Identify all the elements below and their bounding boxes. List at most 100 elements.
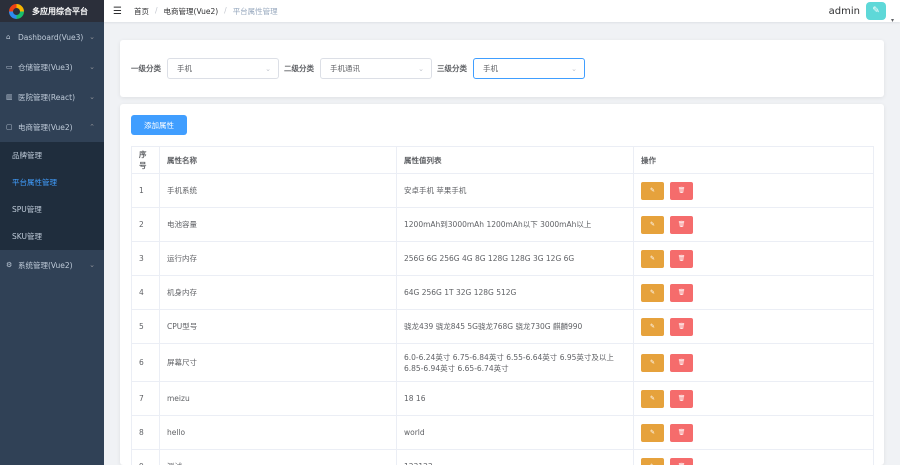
sidebar-item-dashboard[interactable]: ⌂ Dashboard(Vue3) ⌄: [0, 22, 104, 52]
edit-icon[interactable]: ✎: [641, 389, 664, 408]
table-row: 6 屏幕尺寸 6.0-6.24英寸 6.75-6.84英寸 6.55-6.64英…: [131, 343, 874, 382]
chevron-down-icon: ⌄: [571, 64, 577, 73]
category1-select[interactable]: 手机 ⌄: [167, 58, 279, 79]
sidebar-item-system[interactable]: ⚙ 系统管理(Vue2) ⌄: [0, 250, 104, 280]
delete-icon[interactable]: 🗑: [670, 215, 693, 234]
row-name: 手机系统: [159, 173, 397, 208]
edit-icon[interactable]: ✎: [641, 317, 664, 336]
category3-value: 手机: [483, 64, 498, 73]
edit-icon[interactable]: ✎: [641, 283, 664, 302]
table-row: 8 hello world ✎ 🗑: [131, 415, 874, 450]
row-name: 测试: [159, 449, 397, 465]
home-icon: ⌂: [6, 33, 11, 41]
edit-icon[interactable]: ✎: [641, 423, 664, 442]
row-actions: ✎🗑: [633, 449, 874, 465]
category1-value: 手机: [177, 64, 192, 73]
gear-icon: ⚙: [6, 261, 13, 269]
caret-down-icon: ▾: [890, 17, 894, 24]
delete-icon[interactable]: 🗑: [670, 283, 693, 302]
chevron-down-icon: ⌄: [89, 33, 95, 41]
sidebar-item-label: 仓储管理(Vue3): [18, 62, 73, 72]
column-header-name: 属性名称: [159, 146, 397, 174]
delete-icon[interactable]: 🗑: [670, 249, 693, 268]
delete-icon[interactable]: 🗑: [670, 389, 693, 408]
table-row: 3 运行内存 256G 6G 256G 4G 8G 128G 128G 3G 1…: [131, 241, 874, 276]
table-row: 4 机身内存 64G 256G 1T 32G 128G 512G ✎ 🗑: [131, 275, 874, 310]
row-index: 4: [131, 275, 160, 310]
sidebar-item-label: 系统管理(Vue2): [18, 260, 73, 270]
row-values: 安卓手机 苹果手机: [396, 173, 634, 208]
row-actions: ✎🗑: [633, 207, 874, 242]
breadcrumb-current: 平台属性管理: [232, 6, 278, 16]
sidebar-subitem-attr[interactable]: 平台属性管理: [0, 169, 104, 196]
sidebar-item-label: 医院管理(React): [18, 92, 76, 102]
row-actions: ✎🗑: [633, 343, 874, 382]
row-values: 18 16: [396, 381, 634, 416]
chevron-down-icon: ⌄: [265, 64, 271, 73]
column-header-actions: 操作: [633, 146, 874, 174]
category2-label: 二级分类: [284, 64, 314, 73]
row-name: 屏幕尺寸: [159, 343, 397, 382]
row-index: 8: [131, 415, 160, 450]
sidebar-item-warehouse[interactable]: ▭ 仓储管理(Vue3) ⌄: [0, 52, 104, 82]
edit-icon[interactable]: ✎: [641, 249, 664, 268]
table-row: 5 CPU型号 骁龙439 骁龙845 5G骁龙768G 骁龙730G 麒麟99…: [131, 309, 874, 344]
breadcrumb-separator: /: [224, 5, 227, 15]
top-navbar: ☰ 首页 / 电商管理(Vue2) / 平台属性管理 admin ✎ ▾: [104, 0, 900, 24]
sidebar-subitem-sku[interactable]: SKU管理: [0, 223, 104, 250]
row-index: 7: [131, 381, 160, 416]
row-name: meizu: [159, 381, 397, 416]
sidebar-item-label: Dashboard(Vue3): [18, 32, 84, 42]
column-header-index: 序号: [131, 146, 160, 174]
table-row: 9 测试 123123 ✎🗑: [131, 449, 874, 465]
row-index: 1: [131, 173, 160, 208]
row-name: 机身内存: [159, 275, 397, 310]
edit-icon[interactable]: ✎: [641, 215, 664, 234]
breadcrumb-home[interactable]: 首页: [134, 6, 149, 17]
sidebar-item-shop[interactable]: ▢ 电商管理(Vue2) ⌃: [0, 112, 104, 142]
row-values: 1200mAh到3000mAh 1200mAh以下 3000mAh以上: [396, 207, 634, 242]
delete-icon[interactable]: 🗑: [670, 423, 693, 442]
row-actions: ✎🗑: [633, 275, 874, 310]
category2-select[interactable]: 手机通讯 ⌄: [320, 58, 432, 79]
sidebar-item-label: 电商管理(Vue2): [18, 122, 73, 132]
user-name: admin: [828, 5, 860, 17]
row-values: 6.0-6.24英寸 6.75-6.84英寸 6.55-6.64英寸 6.95英…: [396, 343, 634, 382]
warehouse-icon: ▭: [6, 63, 13, 71]
shop-submenu: 品牌管理 平台属性管理 SPU管理 SKU管理: [0, 142, 104, 250]
hamburger-icon[interactable]: ☰: [113, 6, 125, 17]
edit-icon[interactable]: ✎: [641, 181, 664, 200]
row-name: 运行内存: [159, 241, 397, 276]
delete-icon[interactable]: 🗑: [670, 457, 693, 465]
app-title: 多应用综合平台: [32, 6, 88, 16]
sidebar-subitem-brand[interactable]: 品牌管理: [0, 142, 104, 169]
user-menu[interactable]: admin ✎ ▾: [828, 2, 894, 24]
breadcrumb-shop[interactable]: 电商管理(Vue2): [164, 6, 219, 17]
chevron-down-icon: ⌄: [89, 63, 95, 71]
delete-icon[interactable]: 🗑: [670, 353, 693, 372]
delete-icon[interactable]: 🗑: [670, 181, 693, 200]
avatar[interactable]: ✎: [866, 2, 886, 20]
edit-icon[interactable]: ✎: [641, 353, 664, 372]
chevron-up-icon: ⌃: [89, 123, 95, 131]
add-attribute-button[interactable]: 添加属性: [131, 115, 187, 135]
column-header-values: 属性值列表: [396, 146, 634, 174]
row-actions: ✎🗑: [633, 309, 874, 344]
app-logo[interactable]: 多应用综合平台: [0, 0, 104, 22]
row-index: 3: [131, 241, 160, 276]
row-name: 电池容量: [159, 207, 397, 242]
breadcrumb: 首页 / 电商管理(Vue2) / 平台属性管理: [134, 6, 278, 17]
breadcrumb-separator: /: [155, 5, 158, 15]
sidebar-subitem-spu[interactable]: SPU管理: [0, 196, 104, 223]
sidebar-item-hospital[interactable]: ▥ 医院管理(React) ⌄: [0, 82, 104, 112]
delete-icon[interactable]: 🗑: [670, 317, 693, 336]
attribute-table: 序号 属性名称 属性值列表 操作 1 手机系统 安卓手机 苹果手机 ✎ 🗑 2 电…: [131, 146, 874, 465]
row-actions: ✎🗑: [633, 381, 874, 416]
category2-value: 手机通讯: [330, 64, 360, 73]
table-row: 2 电池容量 1200mAh到3000mAh 1200mAh以下 3000mAh…: [131, 207, 874, 242]
row-values: 64G 256G 1T 32G 128G 512G: [396, 275, 634, 310]
edit-icon[interactable]: ✎: [641, 457, 664, 465]
row-values: 骁龙439 骁龙845 5G骁龙768G 骁龙730G 麒麟990: [396, 309, 634, 344]
category3-select[interactable]: 手机 ⌄: [473, 58, 585, 79]
row-actions: ✎🗑: [633, 173, 874, 208]
